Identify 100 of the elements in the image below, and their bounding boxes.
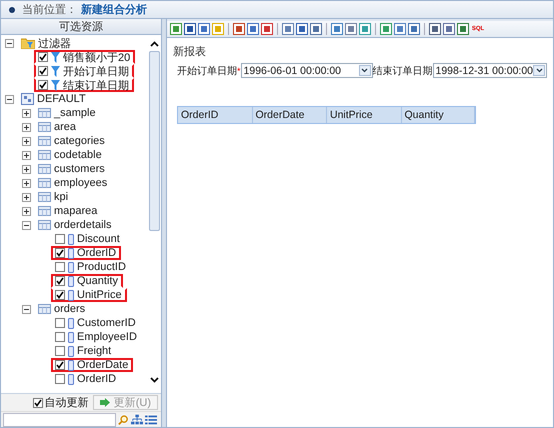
report-title: 新报表 <box>173 44 207 59</box>
expand-toggle-icon[interactable] <box>22 108 31 118</box>
toolbar-icon[interactable] <box>345 23 357 35</box>
checkbox[interactable] <box>55 318 65 328</box>
dropdown-icon[interactable] <box>533 65 545 76</box>
checkbox[interactable] <box>32 398 43 408</box>
tree-item[interactable]: orders <box>54 303 86 315</box>
tree-item[interactable]: Discount <box>77 233 120 245</box>
tree-item[interactable]: codetable <box>54 149 102 161</box>
search-field[interactable] <box>3 412 116 426</box>
toolbar-icon[interactable] <box>457 23 469 35</box>
toolbar-icon[interactable] <box>380 23 392 35</box>
tree-item[interactable]: area <box>54 121 76 133</box>
table-icon <box>38 108 51 118</box>
toolbar-icon[interactable] <box>394 23 406 35</box>
table-icon <box>38 220 51 230</box>
column-header[interactable]: Quantity <box>402 107 475 123</box>
checkbox[interactable] <box>38 52 48 62</box>
toolbar-icon[interactable] <box>261 23 273 35</box>
tree-item[interactable]: kpi <box>54 191 68 203</box>
toolbar-icon[interactable] <box>429 23 441 35</box>
field-icon <box>68 332 74 342</box>
table-icon <box>38 164 51 174</box>
filter-label: 结束订单日期 <box>372 64 432 78</box>
checkbox[interactable] <box>55 374 65 384</box>
auto-update-checkbox[interactable]: 自动更新 <box>32 395 89 410</box>
checkbox[interactable] <box>55 276 65 286</box>
collapse-toggle-icon[interactable] <box>5 94 14 104</box>
checkbox[interactable] <box>38 80 48 90</box>
tree-item[interactable]: OrderID <box>77 373 116 385</box>
checkbox[interactable] <box>55 360 65 370</box>
toolbar-icon[interactable] <box>296 23 308 35</box>
field-icon <box>68 290 74 300</box>
tree-item[interactable]: CustomerID <box>77 317 136 329</box>
bullet-icon <box>9 6 15 12</box>
tree-item[interactable]: _sample <box>54 107 96 119</box>
field-icon <box>68 318 74 328</box>
date-select[interactable]: 1998-12-31 00:00:00 <box>432 63 547 78</box>
tree-item[interactable]: maparea <box>54 205 98 217</box>
toolbar-icon[interactable] <box>170 23 182 35</box>
expand-toggle-icon[interactable] <box>22 136 31 146</box>
toolbar-icon[interactable] <box>443 23 455 35</box>
toolbar-icon[interactable] <box>310 23 322 35</box>
tree-item[interactable]: 过滤器 <box>38 36 71 50</box>
checkbox[interactable] <box>38 66 48 76</box>
column-header[interactable]: OrderID <box>178 107 252 123</box>
dropdown-icon[interactable] <box>358 65 370 76</box>
field-icon <box>68 346 74 356</box>
toolbar-icon[interactable] <box>282 23 294 35</box>
checkbox[interactable] <box>55 332 65 342</box>
arrow-icon <box>100 398 111 407</box>
expand-toggle-icon[interactable] <box>22 192 31 202</box>
column-header[interactable]: OrderDate <box>252 107 327 123</box>
field-icon <box>68 374 74 384</box>
field-icon <box>68 234 74 244</box>
toolbar-icon[interactable] <box>198 23 210 35</box>
tree-item[interactable]: EmployeeID <box>77 331 137 343</box>
tree-item[interactable]: ProductID <box>77 261 126 273</box>
tree-item[interactable]: 开始订单日期 <box>63 64 129 78</box>
checkbox[interactable] <box>55 262 65 272</box>
toolbar-icon[interactable] <box>331 23 343 35</box>
list-icon[interactable] <box>144 414 157 425</box>
chevron-down-icon[interactable] <box>150 377 159 383</box>
table-icon <box>38 206 51 216</box>
tree-item[interactable]: orderdetails <box>54 219 112 231</box>
chevron-up-icon[interactable] <box>150 41 159 47</box>
checkbox[interactable] <box>55 234 65 244</box>
table-icon <box>38 150 51 160</box>
expand-toggle-icon[interactable] <box>22 164 31 174</box>
table-icon <box>38 192 51 202</box>
filter-label: 开始订单日期 <box>177 64 237 78</box>
required-mark: * <box>237 66 241 76</box>
scrollbar-thumb[interactable] <box>149 51 160 231</box>
toolbar-icon[interactable] <box>408 23 420 35</box>
search-icon[interactable] <box>118 414 128 426</box>
table-icon <box>38 122 51 132</box>
location-value: 新建组合分析 <box>81 2 147 17</box>
date-select[interactable]: 1996-06-01 00:00:00 <box>240 63 372 78</box>
column-header[interactable]: UnitPrice <box>327 107 402 123</box>
toolbar-icon[interactable] <box>233 23 245 35</box>
location-label: 当前位置： <box>22 3 77 17</box>
hierarchy-icon[interactable] <box>130 414 143 425</box>
tree-item[interactable]: DEFAULT <box>37 93 86 105</box>
checkbox[interactable] <box>55 290 65 300</box>
toolbar-icon[interactable] <box>184 23 196 35</box>
toolbar-icon[interactable] <box>247 23 259 35</box>
collapse-toggle-icon[interactable] <box>5 38 14 48</box>
tree-item[interactable]: customers <box>54 163 105 175</box>
checkbox[interactable] <box>55 346 65 356</box>
tree-item[interactable]: categories <box>54 135 105 147</box>
collapse-toggle-icon[interactable] <box>22 220 31 230</box>
tree-item[interactable]: employees <box>54 177 108 189</box>
expand-toggle-icon[interactable] <box>22 178 31 188</box>
expand-toggle-icon[interactable] <box>22 150 31 160</box>
expand-toggle-icon[interactable] <box>22 122 31 132</box>
funnel-icon <box>51 66 60 76</box>
checkbox[interactable] <box>55 248 65 258</box>
tree-item[interactable]: Freight <box>77 345 112 357</box>
collapse-toggle-icon[interactable] <box>22 304 31 314</box>
expand-toggle-icon[interactable] <box>22 206 31 216</box>
